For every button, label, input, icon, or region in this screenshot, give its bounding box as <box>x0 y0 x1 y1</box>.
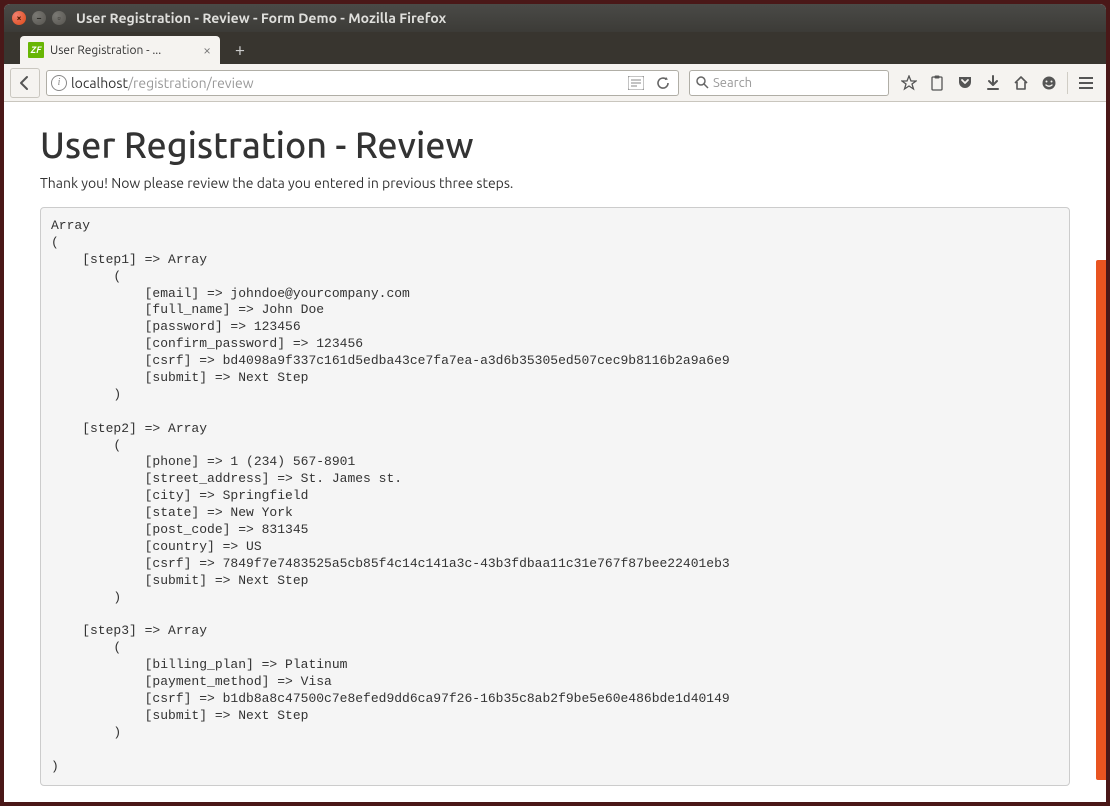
page-heading: User Registration - Review <box>40 124 1070 165</box>
reload-button[interactable] <box>652 76 674 90</box>
tab-close-button[interactable]: × <box>200 42 214 58</box>
bookmark-star-icon[interactable] <box>895 70 923 96</box>
browser-window: × − ▫ User Registration - Review - Form … <box>4 4 1106 802</box>
tab-label: User Registration - ... <box>50 44 194 57</box>
url-text: localhost/registration/review <box>71 75 620 91</box>
pocket-icon[interactable] <box>951 70 979 96</box>
back-button[interactable] <box>10 68 40 98</box>
downloads-icon[interactable] <box>979 70 1007 96</box>
smiley-icon[interactable] <box>1035 70 1063 96</box>
clipboard-icon[interactable] <box>923 70 951 96</box>
browser-tab[interactable]: ZF User Registration - ... × <box>20 36 220 64</box>
window-maximize-button[interactable]: ▫ <box>52 11 66 25</box>
data-dump: Array ( [step1] => Array ( [email] => jo… <box>40 207 1070 786</box>
window-title: User Registration - Review - Form Demo -… <box>76 10 446 26</box>
url-host: localhost <box>71 75 128 91</box>
url-bar[interactable]: i localhost/registration/review <box>46 70 679 96</box>
window-controls: × − ▫ <box>12 11 66 25</box>
home-icon[interactable] <box>1007 70 1035 96</box>
menu-icon[interactable] <box>1072 70 1100 96</box>
navigation-toolbar: i localhost/registration/review Search <box>4 64 1106 102</box>
toolbar-actions <box>895 70 1100 96</box>
window-close-button[interactable]: × <box>12 11 26 25</box>
unity-scrollbar[interactable] <box>1096 260 1106 780</box>
window-minimize-button[interactable]: − <box>32 11 46 25</box>
tab-strip: ZF User Registration - ... × + <box>4 32 1106 64</box>
zf-favicon-icon: ZF <box>28 42 44 58</box>
new-tab-button[interactable]: + <box>226 38 254 62</box>
page-content: User Registration - Review Thank you! No… <box>4 102 1106 802</box>
site-info-icon[interactable]: i <box>51 75 67 91</box>
search-icon <box>696 76 709 89</box>
toolbar-divider <box>1067 72 1068 94</box>
reader-mode-icon[interactable] <box>624 76 648 90</box>
search-placeholder: Search <box>713 76 752 90</box>
window-titlebar: × − ▫ User Registration - Review - Form … <box>4 4 1106 32</box>
search-bar[interactable]: Search <box>689 70 889 96</box>
url-path: /registration/review <box>128 75 254 91</box>
page-lead: Thank you! Now please review the data yo… <box>40 175 1070 191</box>
